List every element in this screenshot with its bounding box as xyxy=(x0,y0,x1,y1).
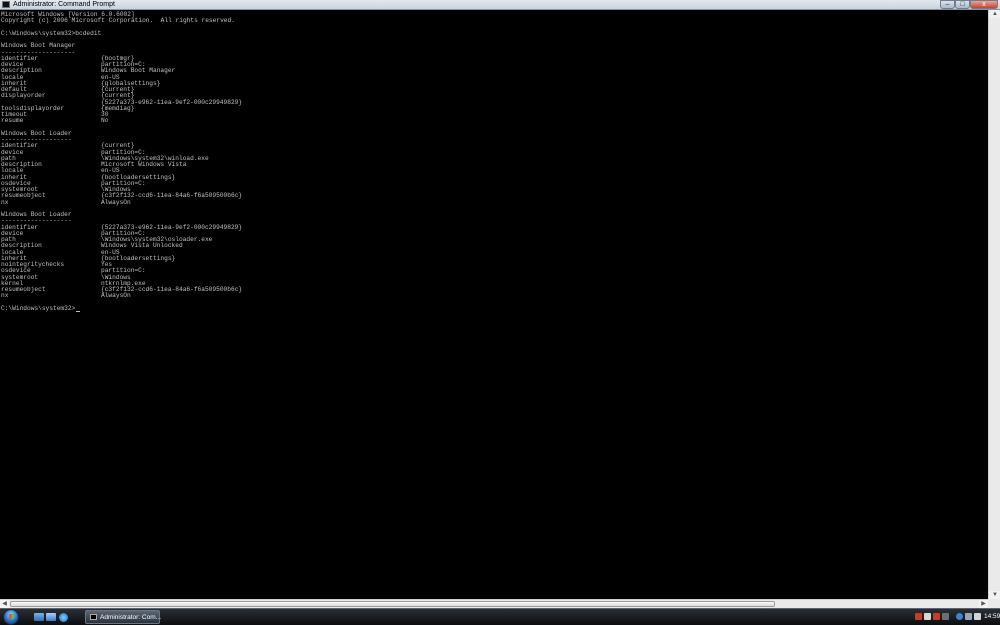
bcd-entry-value: AlwaysOn xyxy=(101,198,131,206)
minimize-button[interactable]: – xyxy=(940,0,955,9)
command-prompt-line[interactable]: C:\Windows\system32> xyxy=(1,304,81,312)
scroll-up-arrow-icon[interactable]: ▲ xyxy=(989,10,1000,18)
horizontal-scrollbar[interactable]: ◀ ▶ xyxy=(0,599,988,608)
network-icon[interactable] xyxy=(956,613,963,620)
system-tray: 14:59 xyxy=(912,611,1000,624)
console-text: C:\Windows\system32>bcdedit xyxy=(1,29,102,37)
horizontal-scroll-thumb[interactable] xyxy=(10,601,775,607)
tray-app-icon[interactable] xyxy=(942,613,949,620)
window-title: Administrator: Command Prompt xyxy=(13,1,115,8)
console-line: nx AlwaysOn xyxy=(1,292,131,299)
scroll-right-arrow-icon[interactable]: ▶ xyxy=(979,600,988,608)
bcd-entry-value: No xyxy=(101,117,109,125)
internet-explorer-icon[interactable] xyxy=(59,613,68,622)
scroll-down-arrow-icon[interactable]: ▼ xyxy=(989,591,1000,599)
start-button[interactable] xyxy=(3,609,19,625)
text-cursor xyxy=(76,310,81,312)
clock[interactable]: 14:59 xyxy=(984,611,1000,623)
bcd-entry-key: nx xyxy=(1,292,9,300)
console-line: resume No xyxy=(1,117,108,124)
command-prompt-icon xyxy=(2,1,10,8)
console-line: Copyright (c) 2006 Microsoft Corporation… xyxy=(1,17,235,24)
console-line: nx AlwaysOn xyxy=(1,199,131,206)
taskbar-item-label: Administrator: Com... xyxy=(100,614,162,621)
taskbar: Administrator: Com... 14:59 xyxy=(0,608,1000,625)
console-output[interactable]: Microsoft Windows [Version 6.0.6002] Copy… xyxy=(0,10,988,599)
bcd-entry-key: resume xyxy=(1,117,24,125)
network-connection-icon[interactable] xyxy=(965,613,972,620)
console-text: Copyright (c) 2006 Microsoft Corporation… xyxy=(1,17,235,25)
security-alert-icon[interactable] xyxy=(915,613,922,620)
close-button[interactable]: x xyxy=(970,0,998,9)
tray-app-icon[interactable] xyxy=(924,613,931,620)
security-center-icon[interactable] xyxy=(933,613,940,620)
show-desktop-icon[interactable] xyxy=(34,613,44,621)
command-prompt-icon xyxy=(90,614,97,620)
vertical-scrollbar[interactable]: ▲ ▼ xyxy=(988,10,1000,599)
bcd-entry-value: AlwaysOn xyxy=(101,292,131,300)
title-bar: Administrator: Command Prompt – □ x xyxy=(0,0,1000,10)
size-grip[interactable] xyxy=(988,599,1000,608)
console-line: C:\Windows\system32>bcdedit xyxy=(1,30,101,37)
taskbar-item-command-prompt[interactable]: Administrator: Com... xyxy=(85,610,162,624)
switch-windows-icon[interactable] xyxy=(46,613,56,621)
maximize-button[interactable]: □ xyxy=(955,0,970,9)
prompt-text: C:\Windows\system32> xyxy=(1,304,76,312)
scroll-left-arrow-icon[interactable]: ◀ xyxy=(0,600,9,608)
volume-icon[interactable] xyxy=(974,613,981,620)
bcd-entry-key: nx xyxy=(1,198,9,206)
